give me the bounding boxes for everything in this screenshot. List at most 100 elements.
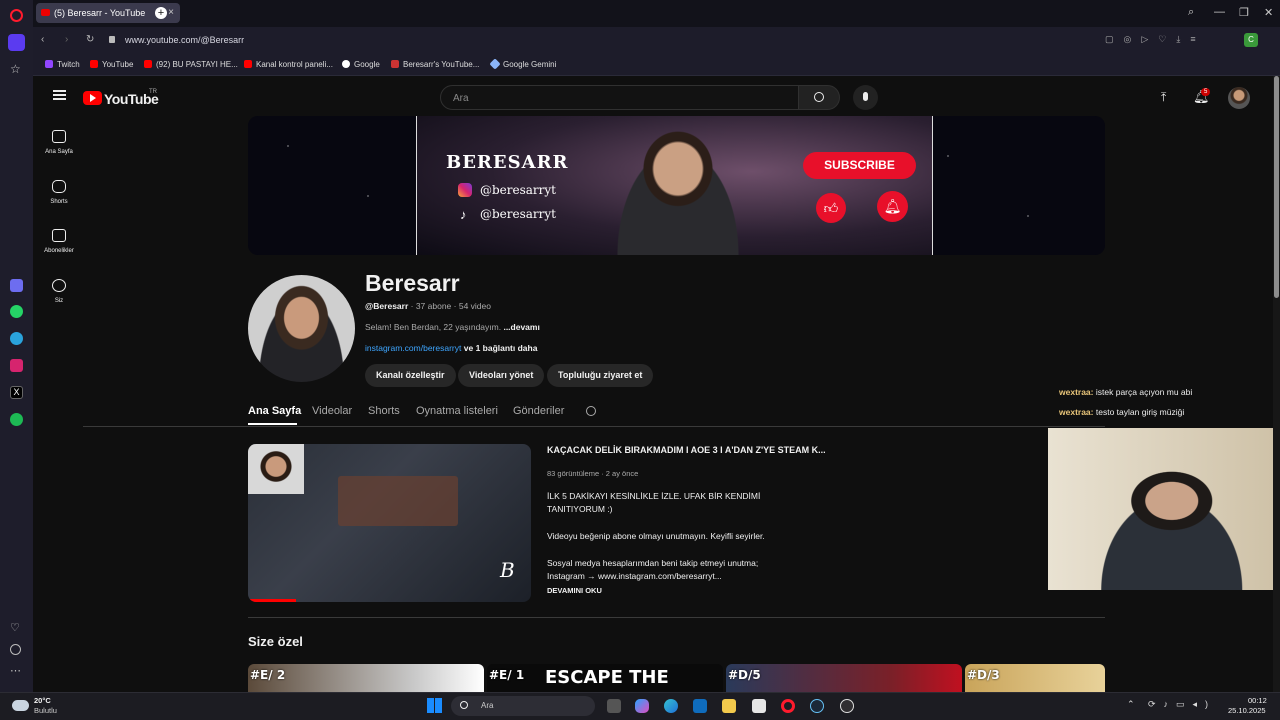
search-icon bbox=[814, 92, 824, 102]
banner-instagram: @beresarryt bbox=[480, 183, 557, 197]
tab-playlists[interactable]: Oynatma listeleri bbox=[416, 405, 498, 417]
menu-icon[interactable] bbox=[53, 90, 66, 100]
bookmark-kanal[interactable]: Kanal kontrol paneli... bbox=[244, 60, 333, 69]
banner-name: BERESARR bbox=[446, 152, 569, 173]
video-card-1[interactable]: #E/ 2 bbox=[248, 664, 484, 692]
visit-community-button[interactable]: Topluluğu ziyaret et bbox=[547, 364, 654, 387]
clock-time[interactable]: 00:12 bbox=[1248, 696, 1267, 705]
youtube-logo-icon[interactable] bbox=[83, 91, 102, 105]
weather-icon[interactable] bbox=[12, 700, 29, 711]
minimize-button[interactable]: — bbox=[1214, 6, 1225, 18]
taskview-icon[interactable] bbox=[607, 699, 621, 713]
home-icon bbox=[52, 130, 66, 143]
voice-search-button[interactable] bbox=[853, 85, 878, 110]
weather-temp[interactable]: 20°C bbox=[34, 696, 51, 705]
more-icon[interactable]: ⋯ bbox=[10, 664, 21, 677]
close-tab-icon[interactable]: × bbox=[168, 7, 174, 18]
subscriptions-icon bbox=[52, 229, 66, 242]
tab-posts[interactable]: Gönderiler bbox=[513, 405, 564, 417]
maximize-button[interactable]: ❐ bbox=[1239, 6, 1249, 19]
featured-meta: 83 görüntüleme · 2 ay önce bbox=[547, 469, 639, 478]
x-icon[interactable]: X bbox=[10, 386, 23, 399]
tray-icons[interactable]: ⟳♪▭◂) bbox=[1148, 699, 1216, 710]
banner-subscribe: SUBSCRIBE bbox=[803, 152, 916, 179]
explorer-icon[interactable] bbox=[722, 699, 736, 713]
tray-chevron-icon[interactable]: ⌃ bbox=[1127, 699, 1135, 710]
heart-icon[interactable]: ♡ bbox=[10, 621, 20, 634]
taskbar-search[interactable]: Ara bbox=[451, 696, 595, 716]
nav-home[interactable]: Ana Sayfa bbox=[33, 130, 85, 155]
url-field[interactable]: www.youtube.com/@Beresarr bbox=[125, 35, 244, 45]
new-tab-button[interactable]: + bbox=[155, 7, 167, 19]
opera-icon[interactable] bbox=[781, 699, 795, 713]
upload-icon[interactable]: ⤒ bbox=[1161, 90, 1166, 105]
instagram-icon[interactable] bbox=[10, 359, 23, 372]
taskbar: 20°C Bulutlu Ara ⌃ ⟳♪▭◂) 00:12 25.10.202… bbox=[0, 692, 1280, 720]
section-divider bbox=[248, 617, 1105, 618]
copilot-icon[interactable] bbox=[635, 699, 649, 713]
featured-title[interactable]: KAÇACAK DELİK BIRAKMADIM I AOE 3 I A'DAN… bbox=[547, 445, 826, 455]
tab-videos[interactable]: Videolar bbox=[312, 405, 352, 417]
bookmark-pasta[interactable]: (92) BU PASTAYI HE... bbox=[144, 60, 238, 69]
search-tabs-icon[interactable]: ⌕ bbox=[1188, 6, 1194, 19]
featured-desc-1: İLK 5 DAKİKAYI KESİNLİKLE İZLE. UFAK BİR… bbox=[547, 491, 761, 514]
scrollbar-thumb[interactable] bbox=[1274, 76, 1279, 298]
nav-subscriptions[interactable]: Abonelikler bbox=[33, 229, 85, 254]
nav-you[interactable]: Siz bbox=[33, 279, 85, 304]
user-avatar[interactable] bbox=[1228, 87, 1250, 109]
back-button[interactable]: ‹ bbox=[41, 34, 44, 45]
bookmark-google[interactable]: Google bbox=[342, 60, 380, 69]
description-more[interactable]: ...devamı bbox=[503, 322, 539, 332]
customize-channel-button[interactable]: Kanalı özelleştir bbox=[365, 364, 456, 387]
bookmarks-bar: Twitch YouTube (92) BU PASTAYI HE... Kan… bbox=[33, 54, 1280, 76]
toolbar-icons[interactable]: ▢◎▷♡⤓≡ bbox=[1105, 34, 1206, 45]
opera-logo-icon[interactable] bbox=[10, 9, 23, 22]
more-links[interactable]: ve 1 bağlantı daha bbox=[464, 343, 538, 353]
bookmark-gemini[interactable]: Google Gemini bbox=[489, 58, 556, 70]
outlook-icon[interactable] bbox=[693, 699, 707, 713]
channel-avatar[interactable] bbox=[248, 275, 355, 382]
manage-videos-button[interactable]: Videoları yönet bbox=[458, 364, 545, 387]
video-card-2[interactable]: #E/ 1 ESCAPE THE bbox=[487, 664, 723, 692]
active-tab-indicator bbox=[248, 423, 297, 425]
nav-shorts[interactable]: Shorts bbox=[33, 180, 85, 205]
channel-description[interactable]: Selam! Ben Berdan, 22 yaşındayım. ...dev… bbox=[365, 322, 540, 332]
start-button[interactable] bbox=[427, 698, 442, 713]
search-button[interactable] bbox=[798, 85, 840, 110]
channel-link[interactable]: instagram.com/beresarryt bbox=[365, 343, 461, 353]
home-icon[interactable] bbox=[8, 34, 25, 51]
obs-icon[interactable] bbox=[840, 699, 854, 713]
clock-date[interactable]: 25.10.2025 bbox=[1228, 706, 1266, 715]
chat-line-2: wextraa: testo taylan giriş müziği bbox=[1059, 407, 1185, 417]
bookmark-youtube[interactable]: YouTube bbox=[90, 60, 133, 69]
read-more-link[interactable]: DEVAMINI OKU bbox=[547, 586, 602, 595]
spotify-icon[interactable] bbox=[10, 413, 23, 426]
edge-icon[interactable] bbox=[664, 699, 678, 713]
channel-search-icon[interactable] bbox=[586, 406, 596, 416]
channel-name: Beresarr bbox=[365, 270, 460, 296]
youtube-favicon-icon bbox=[41, 9, 50, 16]
bookmark-twitch[interactable]: Twitch bbox=[45, 60, 80, 69]
reload-button[interactable]: ↻ bbox=[86, 34, 94, 45]
search-input[interactable]: Ara bbox=[440, 85, 799, 110]
forward-button[interactable]: › bbox=[65, 34, 68, 45]
telegram-icon[interactable] bbox=[10, 332, 23, 345]
browser-sidebar: ☆ X ♡ ⋯ bbox=[0, 0, 33, 692]
whatsapp-icon[interactable] bbox=[10, 305, 23, 318]
star-icon[interactable]: ☆ bbox=[10, 62, 21, 76]
aria-icon[interactable] bbox=[10, 279, 23, 292]
scrollbar[interactable] bbox=[1273, 76, 1280, 692]
history-icon[interactable] bbox=[10, 644, 21, 655]
store-icon[interactable] bbox=[752, 699, 766, 713]
profile-avatar[interactable]: C bbox=[1244, 33, 1258, 47]
tab-shorts[interactable]: Shorts bbox=[368, 405, 400, 417]
tab-home[interactable]: Ana Sayfa bbox=[248, 405, 301, 417]
bookmark-beresarr[interactable]: Beresarr's YouTube... bbox=[391, 60, 479, 69]
close-window-button[interactable]: ✕ bbox=[1264, 6, 1273, 19]
steam-icon[interactable] bbox=[810, 699, 824, 713]
video-card-3[interactable]: #D/5 bbox=[726, 664, 962, 692]
youtube-page: YouTube TR Ara ⤒ 🔔︎ 5 Ana Sayfa Shorts A… bbox=[33, 76, 1273, 692]
featured-video-thumbnail[interactable]: B bbox=[248, 444, 531, 602]
video-card-4[interactable]: #D/3 bbox=[965, 664, 1105, 692]
tabs-divider bbox=[83, 426, 1105, 427]
